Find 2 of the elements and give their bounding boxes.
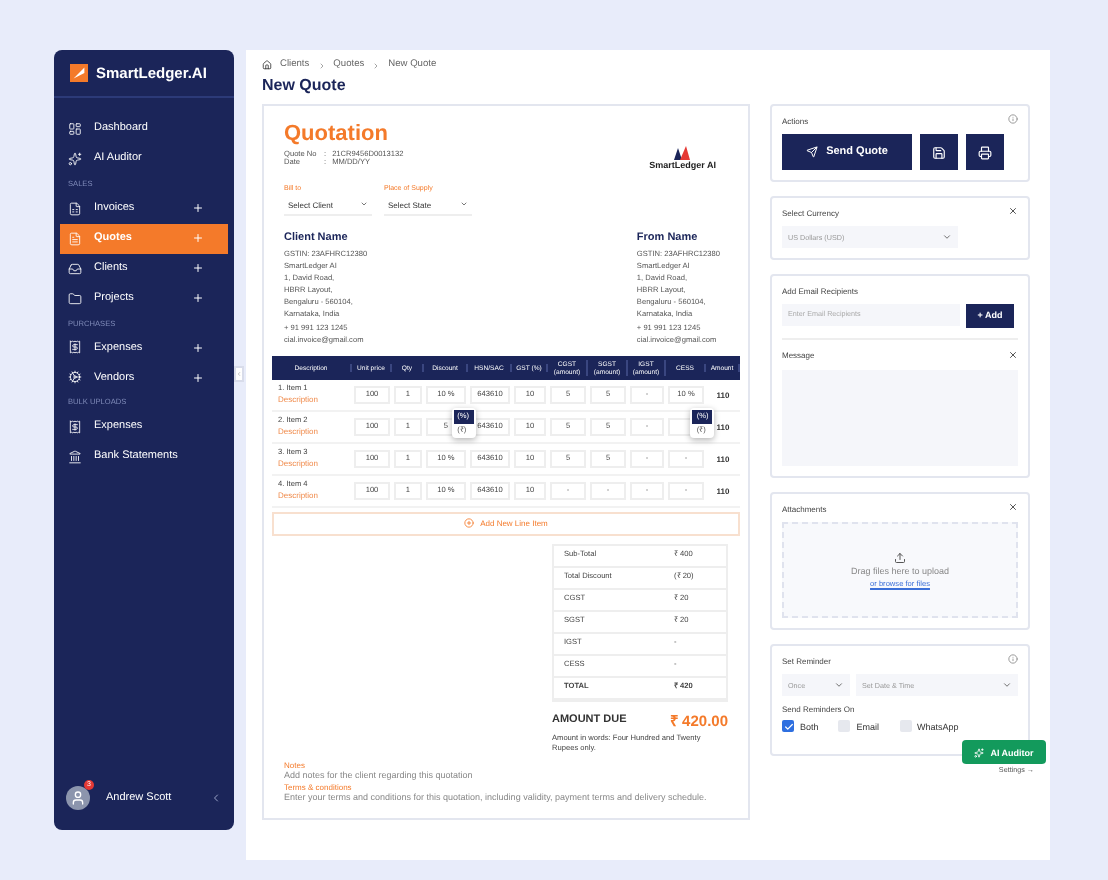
page-title: New Quote bbox=[262, 75, 348, 96]
quote-heading: Quotation bbox=[284, 121, 390, 150]
